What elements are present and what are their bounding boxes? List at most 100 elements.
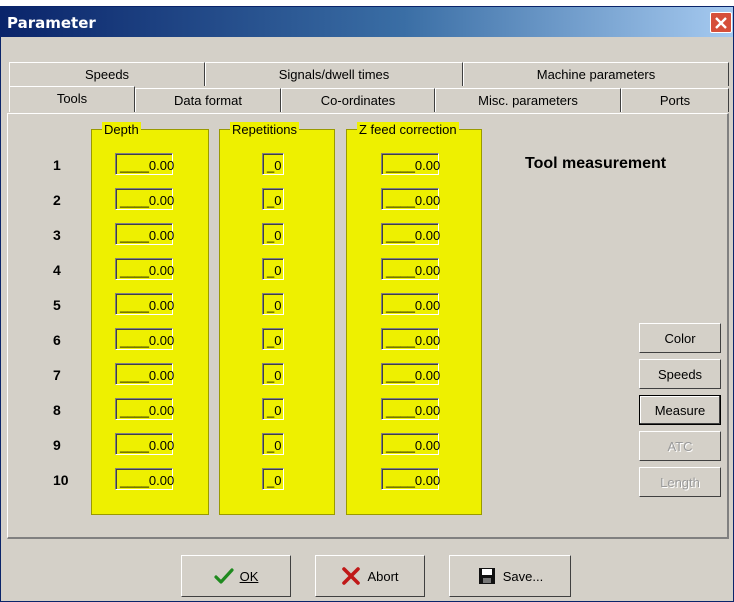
zfeed-field[interactable]: ____0.00 <box>381 153 440 175</box>
title-bar[interactable]: Parameter <box>1 7 733 37</box>
depth-field[interactable]: ____0.00 <box>115 328 174 350</box>
zfeed-field[interactable]: ____0.00 <box>381 468 440 490</box>
zfeed-field-value: ____0.00 <box>382 469 440 489</box>
zfeed-field[interactable]: ____0.00 <box>381 223 440 245</box>
zfeed-group-label: Z feed correction <box>357 122 459 137</box>
repetitions-group-label: Repetitions <box>230 122 300 137</box>
repetitions-field[interactable]: _0 <box>262 153 284 175</box>
tab-machine-parameters[interactable]: Machine parameters <box>463 62 729 86</box>
repetitions-field[interactable]: _0 <box>262 258 284 280</box>
depth-field[interactable]: ____0.00 <box>115 188 174 210</box>
tab-ports[interactable]: Ports <box>621 88 729 112</box>
row-number: 4 <box>53 262 61 278</box>
row-number: 2 <box>53 192 61 208</box>
zfeed-field-value: ____0.00 <box>382 259 440 279</box>
length-button[interactable]: Length <box>639 467 721 497</box>
tab-label: Co-ordinates <box>320 93 396 108</box>
repetitions-field-value: _0 <box>263 399 283 419</box>
zfeed-field-value: ____0.00 <box>382 294 440 314</box>
repetitions-field[interactable]: _0 <box>262 398 284 420</box>
row-number: 10 <box>53 472 69 488</box>
repetitions-field[interactable]: _0 <box>262 363 284 385</box>
zfeed-field[interactable]: ____0.00 <box>381 328 440 350</box>
tab-label: Machine parameters <box>536 67 656 82</box>
tab-speeds[interactable]: Speeds <box>9 62 205 86</box>
row-number: 9 <box>53 437 61 453</box>
tab-label: Tools <box>56 91 88 106</box>
depth-field[interactable]: ____0.00 <box>115 468 174 490</box>
depth-field-value: ____0.00 <box>116 364 174 384</box>
tab-label: Data format <box>174 93 242 108</box>
repetitions-field-value: _0 <box>263 189 283 209</box>
save-label: Save... <box>502 568 544 584</box>
tab-signals-dwell-times[interactable]: Signals/dwell times <box>205 62 463 86</box>
ok-label: OK <box>239 568 259 584</box>
zfeed-field[interactable]: ____0.00 <box>381 433 440 455</box>
depth-field[interactable]: ____0.00 <box>115 293 174 315</box>
zfeed-field[interactable]: ____0.00 <box>381 188 440 210</box>
row-number: 5 <box>53 297 61 313</box>
abort-button[interactable]: Abort <box>315 555 425 597</box>
repetitions-field-value: _0 <box>263 294 283 314</box>
zfeed-field[interactable]: ____0.00 <box>381 293 440 315</box>
repetitions-field-value: _0 <box>263 329 283 349</box>
depth-field-value: ____0.00 <box>116 469 174 489</box>
tab-tools[interactable]: Tools <box>9 86 135 112</box>
zfeed-field[interactable]: ____0.00 <box>381 363 440 385</box>
floppy-disk-icon <box>478 568 495 584</box>
zfeed-field-value: ____0.00 <box>382 434 440 454</box>
depth-field-value: ____0.00 <box>116 259 174 279</box>
repetitions-field-value: _0 <box>263 469 283 489</box>
repetitions-field[interactable]: _0 <box>262 433 284 455</box>
repetitions-field[interactable]: _0 <box>262 188 284 210</box>
zfeed-field-value: ____0.00 <box>382 329 440 349</box>
repetitions-group: Repetitions <box>219 122 335 515</box>
depth-field-value: ____0.00 <box>116 189 174 209</box>
zfeed-field-value: ____0.00 <box>382 399 440 419</box>
depth-field[interactable]: ____0.00 <box>115 258 174 280</box>
row-number: 7 <box>53 367 61 383</box>
depth-field[interactable]: ____0.00 <box>115 398 174 420</box>
close-icon <box>715 16 727 29</box>
tab-misc-parameters[interactable]: Misc. parameters <box>435 88 621 112</box>
repetitions-field-value: _0 <box>263 224 283 244</box>
tab-label: Signals/dwell times <box>278 67 390 82</box>
zfeed-group: Z feed correction <box>346 122 482 515</box>
zfeed-field[interactable]: ____0.00 <box>381 258 440 280</box>
tab-data-format[interactable]: Data format <box>135 88 281 112</box>
tab-co-ordinates[interactable]: Co-ordinates <box>281 88 435 112</box>
depth-field-value: ____0.00 <box>116 154 174 174</box>
repetitions-field-value: _0 <box>263 259 283 279</box>
save-button[interactable]: Save... <box>449 555 571 597</box>
row-number: 3 <box>53 227 61 243</box>
repetitions-field-value: _0 <box>263 154 283 174</box>
depth-field[interactable]: ____0.00 <box>115 153 174 175</box>
zfeed-field-value: ____0.00 <box>382 154 440 174</box>
depth-field[interactable]: ____0.00 <box>115 433 174 455</box>
speeds-button[interactable]: Speeds <box>639 359 721 389</box>
depth-field[interactable]: ____0.00 <box>115 223 174 245</box>
depth-group: Depth <box>91 122 209 515</box>
close-button[interactable] <box>710 12 732 33</box>
abort-label: Abort <box>367 568 399 584</box>
depth-field[interactable]: ____0.00 <box>115 363 174 385</box>
repetitions-field[interactable]: _0 <box>262 293 284 315</box>
zfeed-field-value: ____0.00 <box>382 224 440 244</box>
zfeed-field-value: ____0.00 <box>382 189 440 209</box>
repetitions-field[interactable]: _0 <box>262 223 284 245</box>
parameter-window: Parameter Speeds Signals/dwell times Mac… <box>0 6 734 602</box>
zfeed-field[interactable]: ____0.00 <box>381 398 440 420</box>
depth-field-value: ____0.00 <box>116 329 174 349</box>
repetitions-field[interactable]: _0 <box>262 328 284 350</box>
repetitions-field-value: _0 <box>263 434 283 454</box>
tab-label: Misc. parameters <box>478 93 578 108</box>
row-number: 8 <box>53 402 61 418</box>
atc-button[interactable]: ATC <box>639 431 721 461</box>
measure-button[interactable]: Measure <box>639 395 721 425</box>
depth-field-value: ____0.00 <box>116 294 174 314</box>
tab-label: Speeds <box>84 67 130 82</box>
repetitions-field[interactable]: _0 <box>262 468 284 490</box>
ok-button[interactable]: OK <box>181 555 291 597</box>
color-button[interactable]: Color <box>639 323 721 353</box>
row-number: 1 <box>53 157 61 173</box>
